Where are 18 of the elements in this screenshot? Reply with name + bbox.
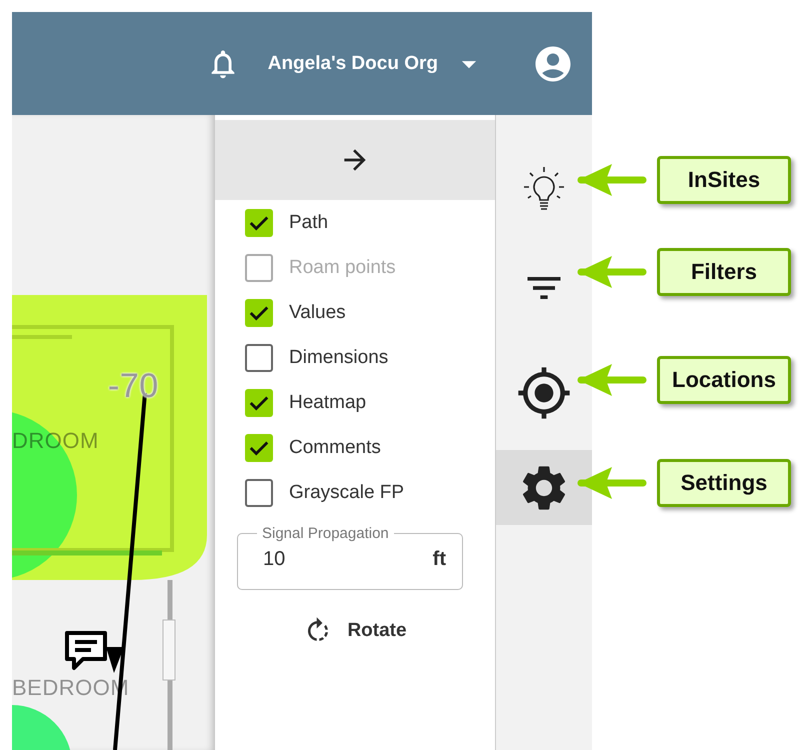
checkbox-label: Heatmap (289, 392, 366, 414)
checkbox-label: Dimensions (289, 346, 388, 368)
callout-label: Settings (657, 459, 791, 507)
rotate-button[interactable]: Rotate (295, 612, 415, 650)
callout-label: Locations (657, 356, 791, 404)
unit-label: ft (432, 548, 446, 571)
checkbox-label: Comments (289, 436, 381, 458)
organization-name[interactable]: Angela's Docu Org (268, 52, 438, 74)
checkbox-label: Grayscale FP (289, 482, 404, 504)
callout-label: InSites (657, 156, 791, 204)
callout-label: Filters (657, 248, 791, 296)
signal-propagation-field[interactable]: Signal Propagation 10 ft (237, 525, 463, 590)
field-label: Signal Propagation (261, 525, 390, 542)
checkbox-label: Path (289, 212, 328, 234)
value-input[interactable]: 10 (263, 548, 363, 571)
checkbox-label: Roam points (289, 256, 396, 278)
signal-value-label: -70 (108, 367, 159, 406)
checkbox-label: Values (289, 302, 346, 324)
